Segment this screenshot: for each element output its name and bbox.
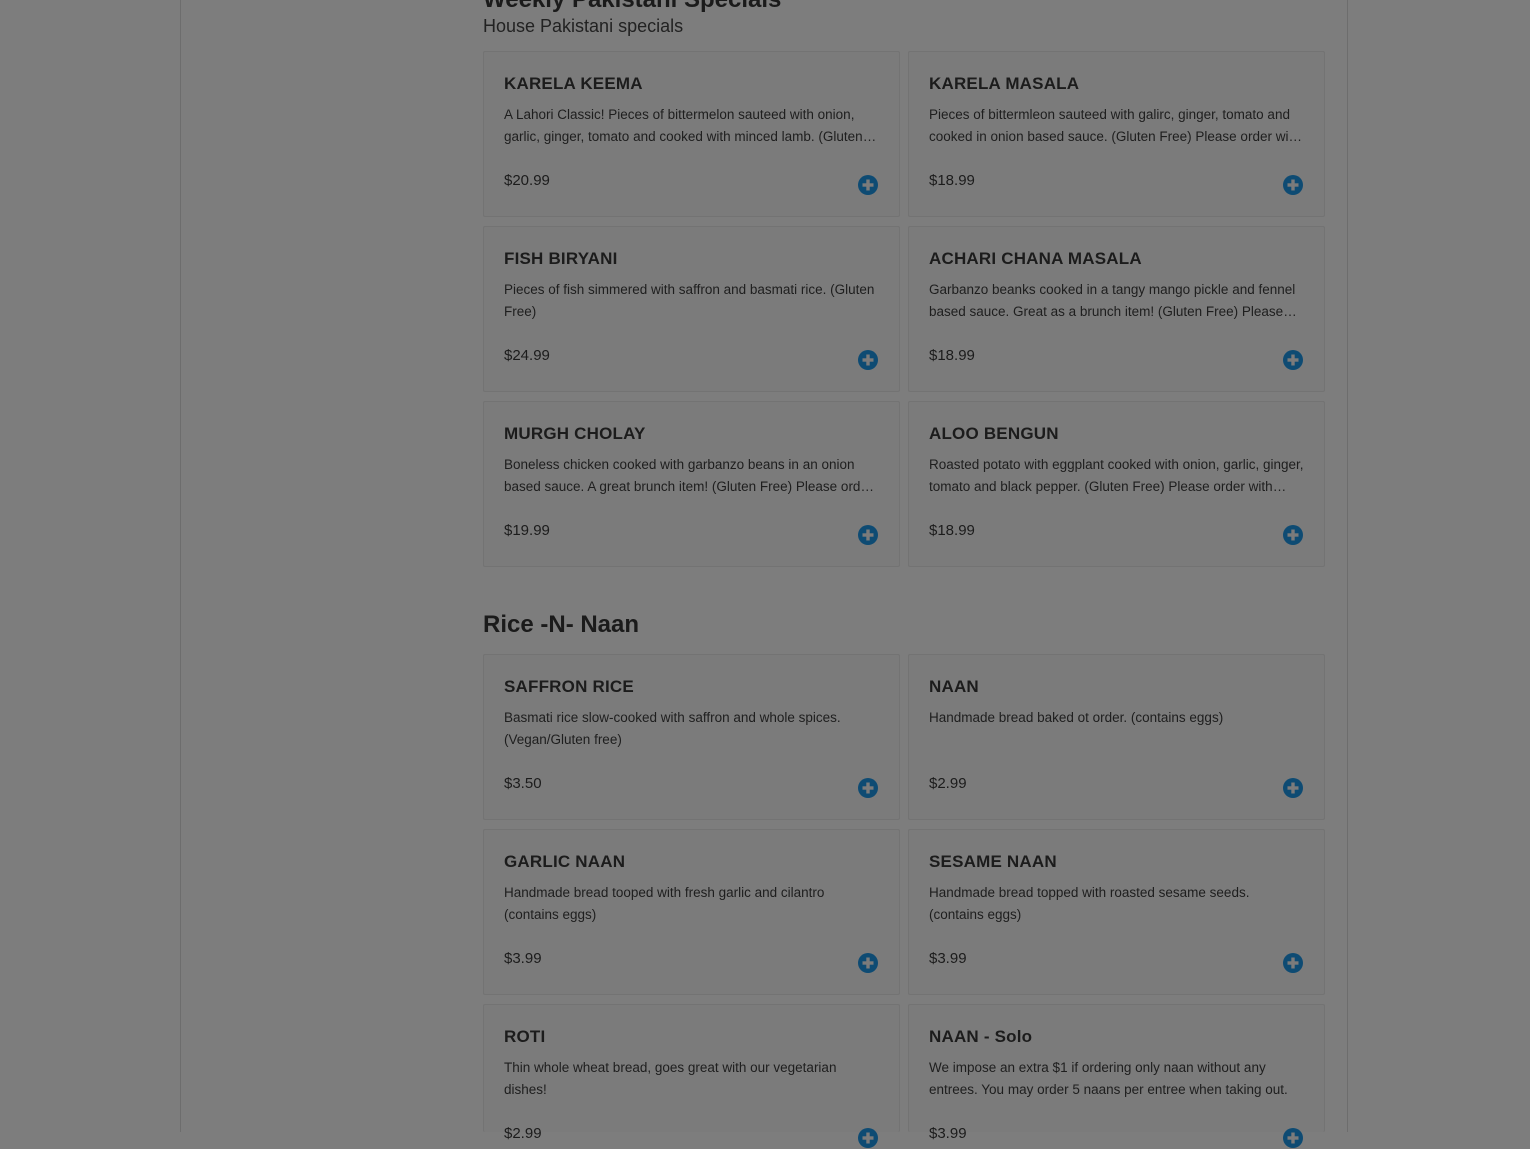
menu-item-price: $18.99 bbox=[929, 172, 975, 189]
plus-circle-icon bbox=[1282, 777, 1304, 799]
plus-circle-icon bbox=[857, 1127, 879, 1149]
menu-item-card[interactable]: SESAME NAAN Handmade bread topped with r… bbox=[908, 829, 1325, 995]
plus-circle-icon bbox=[857, 524, 879, 546]
section-subtitle: House Pakistani specials bbox=[483, 16, 684, 36]
add-to-cart-button[interactable] bbox=[857, 349, 879, 371]
add-to-cart-button[interactable] bbox=[857, 174, 879, 196]
section-title-weekly-specials: Weekly Pakistani Specials bbox=[483, 0, 781, 14]
menu-item-price: $2.99 bbox=[929, 775, 967, 792]
plus-circle-icon bbox=[857, 777, 879, 799]
add-to-cart-button[interactable] bbox=[1282, 524, 1304, 546]
menu-item-name: NAAN - Solo bbox=[929, 1027, 1033, 1046]
menu-item-card[interactable]: MURGH CHOLAY Boneless chicken cooked wit… bbox=[483, 401, 900, 567]
menu-item-name: MURGH CHOLAY bbox=[504, 424, 646, 443]
menu-item-name: FISH BIRYANI bbox=[504, 249, 618, 268]
add-to-cart-button[interactable] bbox=[1282, 777, 1304, 799]
plus-circle-icon bbox=[1282, 174, 1304, 196]
plus-circle-icon bbox=[1282, 349, 1304, 371]
add-to-cart-button[interactable] bbox=[1282, 1127, 1304, 1149]
menu-item-price: $3.99 bbox=[929, 950, 967, 967]
menu-item-price: $3.50 bbox=[504, 775, 542, 792]
add-to-cart-button[interactable] bbox=[1282, 174, 1304, 196]
menu-item-description: Thin whole wheat bread, goes great with … bbox=[504, 1060, 837, 1097]
menu-item-price: $18.99 bbox=[929, 522, 975, 539]
menu-item-description: Pieces of bittermleon sauteed with galir… bbox=[929, 107, 1300, 144]
menu-item-card[interactable]: ROTI Thin whole wheat bread, goes great … bbox=[483, 1004, 900, 1148]
menu-item-name: ROTI bbox=[504, 1027, 546, 1046]
menu-item-price: $3.99 bbox=[504, 950, 542, 967]
menu-item-name: SAFFRON RICE bbox=[504, 677, 634, 696]
menu-item-name: ACHARI CHANA MASALA bbox=[929, 249, 1142, 268]
plus-circle-icon bbox=[1282, 1127, 1304, 1149]
menu-item-name: ALOO BENGUN bbox=[929, 424, 1059, 443]
menu-item-card[interactable]: KARELA KEEMA A Lahori Classic! Pieces of… bbox=[483, 51, 900, 217]
menu-item-description: We impose an extra $1 if ordering only n… bbox=[929, 1060, 1288, 1097]
menu-item-description: Handmade bread baked ot order. (contains… bbox=[929, 710, 1224, 725]
add-to-cart-button[interactable] bbox=[857, 952, 879, 974]
menu-item-card[interactable]: GARLIC NAAN Handmade bread tooped with f… bbox=[483, 829, 900, 995]
menu-item-price: $24.99 bbox=[504, 347, 550, 364]
menu-item-card[interactable]: SAFFRON RICE Basmati rice slow-cooked wi… bbox=[483, 654, 900, 820]
menu-item-name: KARELA KEEMA bbox=[504, 74, 643, 93]
menu-item-name: GARLIC NAAN bbox=[504, 852, 626, 871]
menu-item-name: SESAME NAAN bbox=[929, 852, 1057, 871]
menu-item-description: Boneless chicken cooked with garbanzo be… bbox=[504, 457, 873, 494]
plus-circle-icon bbox=[1282, 952, 1304, 974]
menu-item-price: $2.99 bbox=[504, 1125, 542, 1142]
plus-circle-icon bbox=[1282, 524, 1304, 546]
menu-item-price: $19.99 bbox=[504, 522, 550, 539]
add-to-cart-button[interactable] bbox=[857, 777, 879, 799]
menu-item-description: Handmade bread tooped with fresh garlic … bbox=[504, 885, 825, 922]
menu-item-name: KARELA MASALA bbox=[929, 74, 1080, 93]
menu-item-card[interactable]: NAAN Handmade bread baked ot order. (con… bbox=[908, 654, 1325, 820]
menu-item-price: $18.99 bbox=[929, 347, 975, 364]
menu-item-description: Roasted potato with eggplant cooked with… bbox=[929, 457, 1304, 494]
menu-item-card[interactable]: FISH BIRYANI Pieces of fish simmered wit… bbox=[483, 226, 900, 392]
menu-item-name: NAAN bbox=[929, 677, 979, 696]
menu-item-card[interactable]: ALOO BENGUN Roasted potato with eggplant… bbox=[908, 401, 1325, 567]
menu-item-price: $20.99 bbox=[504, 172, 550, 189]
add-to-cart-button[interactable] bbox=[857, 1127, 879, 1149]
menu-item-description: Handmade bread topped with roasted sesam… bbox=[929, 885, 1250, 922]
menu-item-price: $3.99 bbox=[929, 1125, 967, 1142]
menu-item-description: Garbanzo beanks cooked in a tangy mango … bbox=[929, 282, 1296, 319]
section-title-rice-naan: Rice -N- Naan bbox=[483, 611, 640, 638]
menu-item-description: Basmati rice slow-cooked with saffron an… bbox=[504, 710, 841, 747]
menu-item-card[interactable]: ACHARI CHANA MASALA Garbanzo beanks cook… bbox=[908, 226, 1325, 392]
menu-item-description: A Lahori Classic! Pieces of bittermelon … bbox=[504, 107, 863, 144]
plus-circle-icon bbox=[857, 952, 879, 974]
add-to-cart-button[interactable] bbox=[857, 524, 879, 546]
plus-circle-icon bbox=[857, 349, 879, 371]
add-to-cart-button[interactable] bbox=[1282, 952, 1304, 974]
add-to-cart-button[interactable] bbox=[1282, 349, 1304, 371]
plus-circle-icon bbox=[857, 174, 879, 196]
menu-item-description: Pieces of fish simmered with saffron and… bbox=[504, 282, 875, 319]
menu-item-card[interactable]: NAAN - Solo We impose an extra $1 if ord… bbox=[908, 1004, 1325, 1148]
menu-item-card[interactable]: KARELA MASALA Pieces of bittermleon saut… bbox=[908, 51, 1325, 217]
